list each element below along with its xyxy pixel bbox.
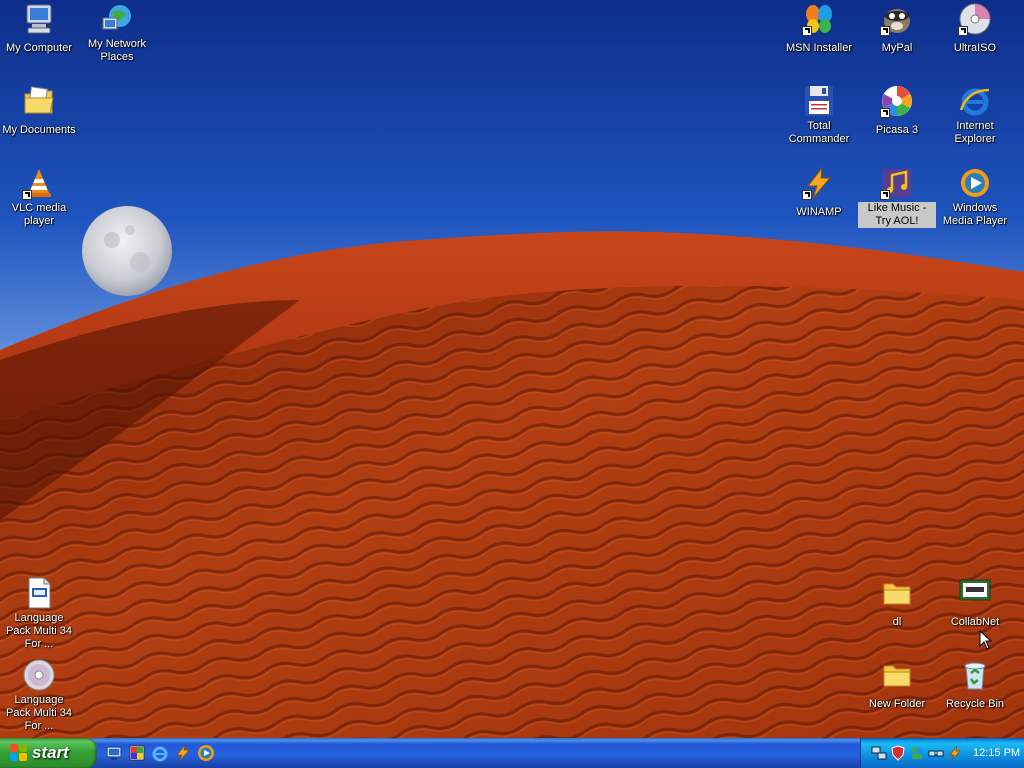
shortcut-arrow-icon	[802, 26, 812, 36]
winamp-icon[interactable]	[947, 745, 963, 761]
shield-icon[interactable]	[890, 745, 906, 761]
desktop-icon-label: Recycle Bin	[945, 698, 1005, 710]
desktop[interactable]: My Computer My Network Places My Documen…	[0, 0, 1024, 738]
desktop-icon-label: Internet Explorer	[954, 120, 996, 145]
mouse-cursor-icon	[979, 630, 993, 650]
desktop-icon-label: Picasa 3	[875, 124, 919, 136]
quick-launch-bar	[104, 743, 216, 763]
like-music-icon	[880, 166, 914, 200]
desktop-icon-new-folder[interactable]: New Folder	[858, 658, 936, 712]
desktop-icon-vlc[interactable]: VLC media player	[0, 166, 78, 229]
desktop-icon-label: CollabNet	[950, 616, 1000, 628]
moon	[82, 206, 172, 296]
recycle-bin-icon	[958, 658, 992, 692]
desktop-icon-label: Windows Media Player	[942, 202, 1008, 227]
network-activity-icon[interactable]	[928, 745, 944, 761]
vlc-icon	[22, 166, 56, 200]
desktop-icon-mypal[interactable]: MyPal	[858, 2, 936, 56]
taskbar: start 12:15 PM	[0, 738, 1024, 768]
desktop-icon-dl-folder[interactable]: dl	[858, 576, 936, 630]
network-places-icon	[100, 2, 134, 36]
my-computer-icon	[22, 2, 56, 36]
shortcut-arrow-icon	[880, 108, 890, 118]
desktop-icon-label: My Network Places	[87, 38, 147, 63]
desktop-icon-label: MSN Installer	[785, 42, 853, 54]
paint-icon[interactable]	[127, 743, 147, 763]
shortcut-arrow-icon	[880, 26, 890, 36]
desktop-icon-label: Language Pack Multi 34 For ...	[5, 612, 73, 650]
desktop-icon-language-pack-doc[interactable]: Language Pack Multi 34 For ...	[0, 576, 78, 652]
desktop-icon-collabnet[interactable]: CollabNet	[936, 576, 1014, 630]
language-pack-disc-icon	[22, 658, 56, 692]
desktop-icon-label: Like Music - Try AOL!	[858, 202, 936, 228]
windows-media-player-icon	[958, 166, 992, 200]
network-icon[interactable]	[871, 745, 887, 761]
desktop-icon-language-pack-disc[interactable]: Language Pack Multi 34 For ...	[0, 658, 78, 734]
folder-icon	[880, 576, 914, 610]
language-pack-document-icon	[22, 576, 56, 610]
desktop-icon-windows-media-player[interactable]: Windows Media Player	[936, 166, 1014, 229]
my-documents-icon	[22, 84, 56, 118]
desktop-icon-label: Language Pack Multi 34 For ...	[5, 694, 73, 732]
mypal-icon	[880, 2, 914, 36]
collabnet-icon	[958, 576, 992, 610]
folder-icon	[880, 658, 914, 692]
shortcut-arrow-icon	[958, 26, 968, 36]
internet-explorer-icon[interactable]	[150, 743, 170, 763]
windows-media-player-icon[interactable]	[196, 743, 216, 763]
windows-logo-icon	[10, 744, 28, 762]
shortcut-arrow-icon	[802, 190, 812, 200]
winamp-icon[interactable]	[173, 743, 193, 763]
desktop-icon-label: WINAMP	[796, 206, 842, 218]
desktop-icon-total-commander[interactable]: Total Commander	[780, 84, 858, 147]
start-button[interactable]: start	[0, 738, 97, 768]
desktop-icon-label: My Computer	[5, 42, 73, 54]
picasa-icon	[880, 84, 914, 118]
desktop-icon-internet-explorer[interactable]: Internet Explorer	[936, 84, 1014, 147]
desktop-icon-label: VLC media player	[11, 202, 67, 227]
desktop-icon-label: dl	[892, 616, 902, 628]
start-label: start	[32, 743, 69, 762]
winamp-icon	[802, 166, 836, 200]
desktop-icon-msn-installer[interactable]: MSN Installer	[780, 2, 858, 56]
desktop-icon-label: Total Commander	[788, 120, 850, 145]
desktop-icon-label: My Documents	[2, 124, 76, 136]
desktop-icon-my-network-places[interactable]: My Network Places	[78, 2, 156, 65]
msn-butterfly-icon	[802, 2, 836, 36]
floppy-disk-icon	[802, 84, 836, 118]
desktop-icon-winamp[interactable]: WINAMP	[780, 166, 858, 220]
internet-explorer-icon	[958, 84, 992, 118]
show-desktop-icon[interactable]	[104, 743, 124, 763]
desktop-icon-picasa[interactable]: Picasa 3	[858, 84, 936, 138]
desktop-icon-my-computer[interactable]: My Computer	[0, 2, 78, 56]
clock[interactable]: 12:15 PM	[973, 747, 1020, 759]
desktop-icon-label: New Folder	[868, 698, 926, 710]
desktop-icon-my-documents[interactable]: My Documents	[0, 84, 78, 138]
desktop-icon-label: MyPal	[881, 42, 913, 54]
desktop-icon-like-music[interactable]: Like Music - Try AOL!	[858, 166, 936, 229]
shortcut-arrow-icon	[22, 190, 32, 200]
messenger-icon[interactable]	[909, 745, 925, 761]
system-tray: 12:15 PM	[860, 738, 1024, 768]
desktop-icon-ultraiso[interactable]: UltraISO	[936, 2, 1014, 56]
desktop-icon-label: UltraISO	[953, 42, 997, 54]
shortcut-arrow-icon	[880, 190, 890, 200]
ultraiso-disc-icon	[958, 2, 992, 36]
desktop-icon-recycle-bin[interactable]: Recycle Bin	[936, 658, 1014, 712]
